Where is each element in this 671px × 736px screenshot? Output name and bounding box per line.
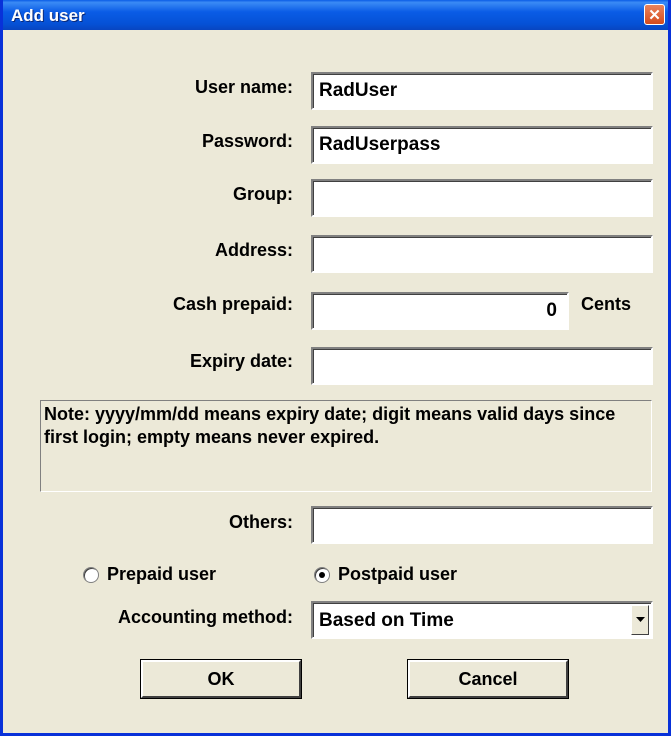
ok-button[interactable]: OK <box>140 659 302 699</box>
expiry-date-input[interactable] <box>311 347 653 385</box>
user-name-label: User name: <box>194 77 293 97</box>
chevron-down-icon <box>635 617 645 622</box>
user-name-input[interactable] <box>311 72 653 110</box>
close-icon: ✕ <box>648 6 661 24</box>
password-input[interactable] <box>311 126 653 164</box>
cash-prepaid-label: Cash prepaid: <box>172 294 293 314</box>
address-input[interactable] <box>311 235 653 273</box>
expiry-note: Note: yyyy/mm/dd means expiry date; digi… <box>40 400 652 492</box>
cancel-button[interactable]: Cancel <box>407 659 569 699</box>
title-bar[interactable]: Add user ✕ <box>3 0 668 30</box>
prepaid-user-radio[interactable]: Prepaid user <box>83 564 216 585</box>
group-input[interactable] <box>311 179 653 217</box>
others-input[interactable] <box>311 506 653 544</box>
dropdown-button[interactable] <box>631 605 649 635</box>
accounting-method-value: Based on Time <box>319 610 454 631</box>
group-label: Group: <box>233 184 293 204</box>
others-label: Others: <box>228 512 293 532</box>
expiry-date-label: Expiry date: <box>189 351 293 371</box>
prepaid-user-label: Prepaid user <box>107 564 217 584</box>
add-user-dialog: Add user ✕ User name: Password: Group: A… <box>0 0 671 736</box>
cash-unit-label: Cents <box>581 294 632 314</box>
cash-prepaid-input[interactable] <box>311 292 569 330</box>
address-label: Address: <box>214 240 293 260</box>
accounting-method-select[interactable]: Based on Time <box>311 601 653 639</box>
close-button[interactable]: ✕ <box>644 4 665 25</box>
window-title: Add user <box>11 6 85 25</box>
radio-button-checked[interactable] <box>314 566 330 583</box>
password-label: Password: <box>201 131 293 151</box>
postpaid-user-radio[interactable]: Postpaid user <box>314 564 457 585</box>
postpaid-user-label: Postpaid user <box>338 564 458 584</box>
radio-button[interactable] <box>83 566 99 583</box>
accounting-method-label: Accounting method: <box>118 607 293 627</box>
